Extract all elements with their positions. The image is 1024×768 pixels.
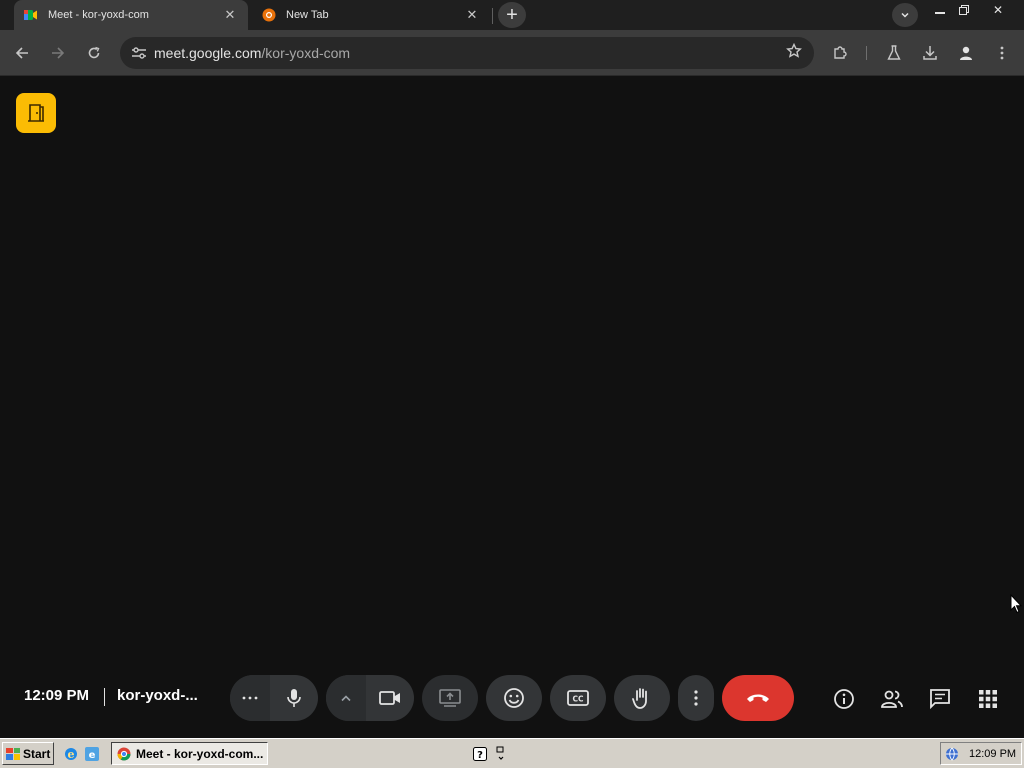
profile-button[interactable]	[952, 39, 980, 67]
more-options-button[interactable]	[678, 675, 714, 721]
browser-logo-icon	[262, 8, 276, 22]
present-screen-icon	[439, 689, 461, 707]
camera-button[interactable]	[366, 675, 414, 721]
site-info-icon[interactable]	[124, 46, 154, 60]
svg-text:?: ?	[477, 750, 483, 761]
activities-icon	[979, 690, 997, 708]
url-text: meet.google.com/kor-yoxd-com	[154, 45, 350, 61]
back-arrow-icon	[15, 47, 28, 59]
reactions-button[interactable]	[486, 675, 542, 721]
tab-search-button[interactable]	[892, 3, 918, 27]
meeting-code: kor-yoxd-...	[117, 687, 198, 704]
plus-icon: +	[506, 4, 518, 26]
meeting-stage: 12:09 PM kor-yoxd-... CC	[0, 77, 1024, 737]
tab-strip: Meet - kor-yoxd-com ✕ New Tab ✕ + ✕	[0, 0, 1024, 30]
quicklaunch-edge-icon[interactable]: e	[83, 745, 101, 763]
leave-call-button[interactable]	[722, 675, 794, 721]
meeting-info-divider	[104, 688, 105, 706]
browser-menu-button[interactable]	[988, 39, 1016, 67]
captions-label: CC	[572, 695, 584, 704]
svg-text:e: e	[89, 750, 96, 761]
reload-icon	[88, 46, 100, 59]
microphone-button[interactable]	[270, 675, 318, 721]
tab-close-icon[interactable]: ✕	[464, 7, 480, 23]
raise-hand-button[interactable]	[614, 675, 670, 721]
camera-control-group	[326, 675, 414, 721]
forward-arrow-icon	[52, 47, 65, 59]
activities-button[interactable]	[974, 685, 1002, 713]
screen: Meet - kor-yoxd-com ✕ New Tab ✕ + ✕ meet…	[0, 0, 1024, 768]
new-tab-button[interactable]: +	[498, 2, 526, 28]
camera-icon	[379, 691, 400, 705]
chevron-up-icon	[341, 695, 351, 702]
system-clock: 12:09 PM	[969, 747, 1017, 760]
windows-logo-icon	[6, 747, 20, 760]
mouse-cursor-icon	[1010, 593, 1023, 619]
chrome-icon	[117, 747, 131, 760]
puzzle-icon	[834, 46, 847, 59]
restore-icon	[959, 5, 969, 15]
browser-toolbar: meet.google.com/kor-yoxd-com	[0, 30, 1024, 76]
extensions-button[interactable]	[826, 39, 854, 67]
start-button[interactable]: Start	[2, 742, 54, 765]
audio-options-button[interactable]	[230, 675, 270, 721]
svg-text:e: e	[68, 748, 75, 761]
google-meet-icon	[24, 8, 38, 22]
address-bar[interactable]: meet.google.com/kor-yoxd-com	[120, 37, 814, 69]
emoji-icon	[504, 688, 524, 708]
minimize-icon	[935, 12, 945, 14]
meeting-details-button[interactable]	[830, 685, 858, 713]
back-button[interactable]	[8, 39, 36, 67]
reload-button[interactable]	[80, 39, 108, 67]
tab-title: New Tab	[286, 9, 329, 21]
chat-button[interactable]	[926, 685, 954, 713]
close-icon: ✕	[992, 3, 1004, 17]
bookmark-star-icon[interactable]	[786, 42, 802, 64]
tab-new-tab[interactable]: New Tab ✕	[252, 0, 490, 30]
chat-icon	[930, 689, 950, 710]
downloads-button[interactable]	[916, 39, 944, 67]
tab-separator	[492, 8, 493, 24]
mic-control-group	[230, 675, 318, 721]
people-icon	[881, 690, 903, 708]
help-icon[interactable]: ?	[471, 745, 489, 763]
taskbar-item-label: Meet - kor-yoxd-com...	[136, 746, 264, 761]
os-taskbar: Start e e Meet - kor-yoxd-com... ? 12:09…	[0, 738, 1024, 768]
leave-call-badge[interactable]	[16, 93, 56, 133]
end-call-icon	[747, 694, 769, 702]
raise-hand-icon	[632, 688, 647, 709]
flask-icon	[887, 45, 901, 60]
meeting-time: 12:09 PM	[24, 687, 90, 704]
close-window-button[interactable]: ✕	[984, 0, 1012, 20]
forward-button[interactable]	[44, 39, 72, 67]
microphone-icon	[287, 689, 301, 707]
captions-icon: CC	[567, 690, 589, 706]
tab-meet[interactable]: Meet - kor-yoxd-com ✕	[14, 0, 248, 30]
more-vert-icon	[694, 690, 698, 706]
quicklaunch-ie-icon[interactable]: e	[62, 745, 80, 763]
video-options-button[interactable]	[326, 675, 366, 721]
info-icon	[834, 689, 854, 709]
present-screen-button[interactable]	[422, 675, 478, 721]
tab-title: Meet - kor-yoxd-com	[48, 9, 149, 21]
toolbar-separator	[866, 46, 867, 60]
url-host: meet.google.com	[154, 45, 262, 61]
labs-button[interactable]	[880, 39, 908, 67]
chevron-down-icon	[901, 12, 909, 18]
network-globe-icon[interactable]	[945, 747, 959, 761]
system-tray: 12:09 PM	[940, 742, 1022, 765]
captions-button[interactable]: CC	[550, 675, 606, 721]
taskbar-item-meet[interactable]: Meet - kor-yoxd-com...	[111, 742, 268, 765]
tray-expand-icon[interactable]	[494, 745, 508, 763]
restore-button[interactable]	[950, 0, 978, 20]
more-options-icon	[242, 696, 258, 700]
download-icon	[923, 46, 937, 60]
tab-close-icon[interactable]: ✕	[222, 7, 238, 23]
profile-icon	[960, 46, 972, 60]
start-label: Start	[23, 746, 51, 761]
url-path: /kor-yoxd-com	[261, 45, 351, 61]
more-vert-icon	[1000, 46, 1004, 60]
door-icon	[28, 104, 44, 122]
people-button[interactable]	[878, 685, 906, 713]
